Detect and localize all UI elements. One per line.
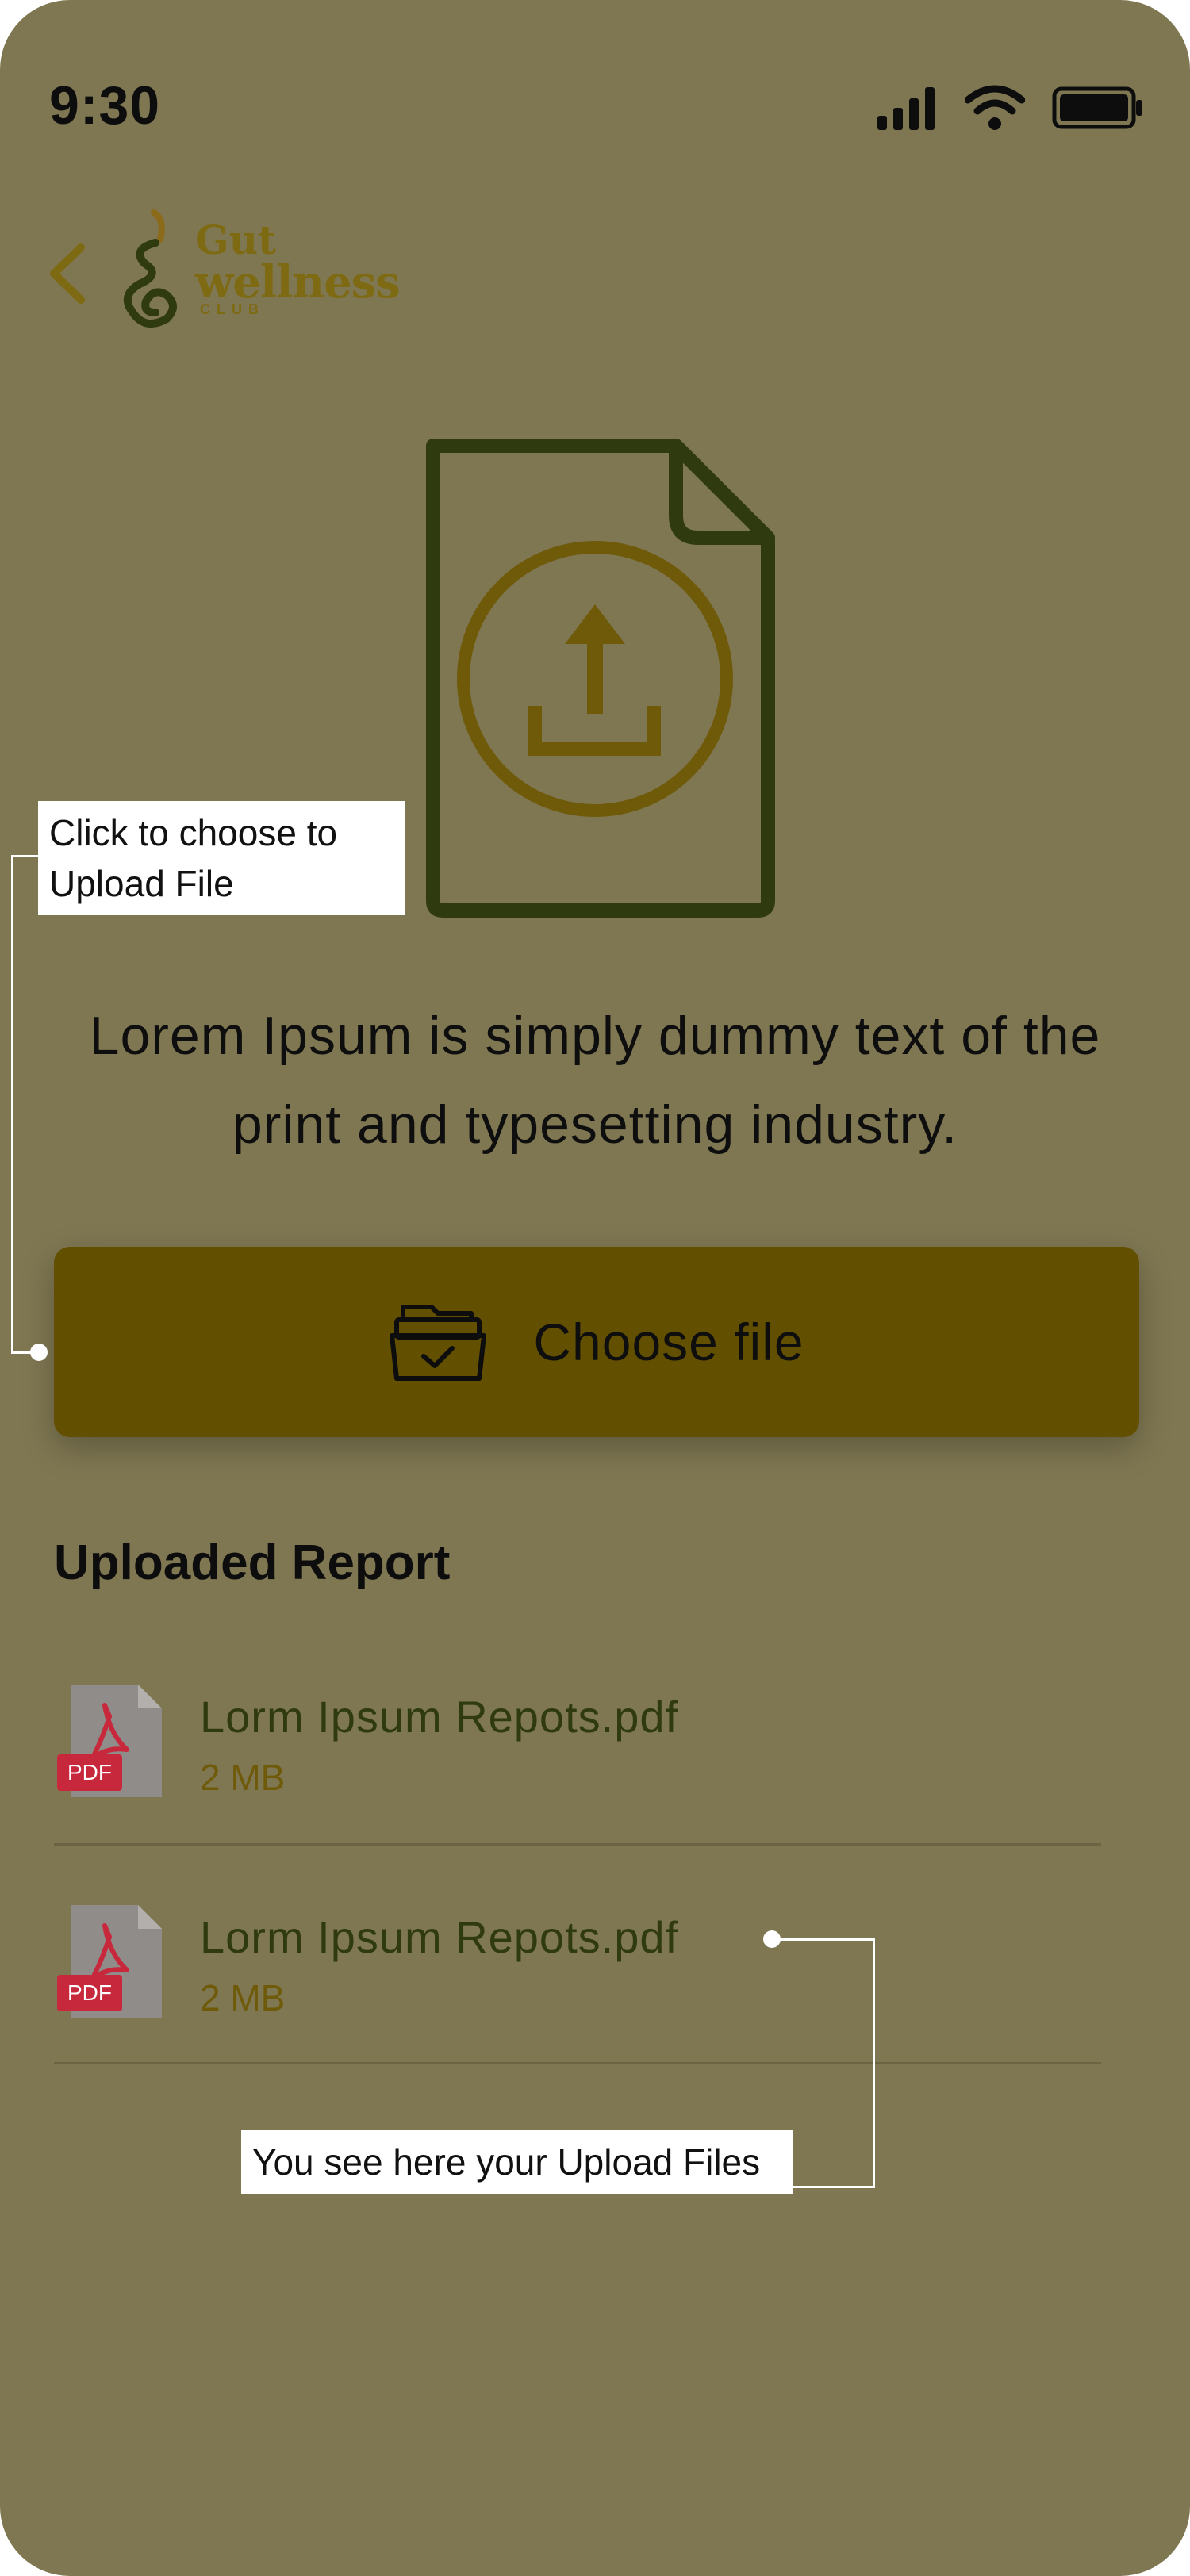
status-time: 9:30 (49, 75, 161, 136)
uploaded-file-row[interactable]: PDF Lorm Ipsum Repots.pdf 2 MB (54, 1673, 1101, 1856)
upload-hint-callout: Click to choose to Upload File (38, 801, 405, 915)
status-icons (876, 84, 1144, 132)
battery-icon (1052, 86, 1142, 129)
upload-description: Lorem Ipsum is simply dummy text of the … (89, 1006, 1101, 1155)
upload-file-icon[interactable] (414, 436, 779, 920)
logo-wordmark: Gut wellness CLUB (195, 217, 401, 318)
pdf-badge-text: PDF (67, 1980, 112, 2005)
pdf-badge-text: PDF (67, 1760, 112, 1784)
file-name: Lorm Ipsum Repots.pdf (200, 1912, 679, 1962)
callout-connector (771, 1938, 874, 1941)
file-name: Lorm Ipsum Repots.pdf (200, 1692, 679, 1742)
files-hint-callout: You see here your Upload Files (241, 2130, 793, 2194)
callout-connector (873, 1938, 875, 2187)
file-size: 2 MB (200, 1977, 286, 2018)
logo-mark-icon (123, 209, 177, 328)
back-chevron-icon[interactable] (40, 238, 103, 309)
uploaded-report-title: Uploaded Report (54, 1535, 451, 1590)
gut-wellness-logo: Gut wellness CLUB (116, 208, 449, 343)
file-divider (54, 2062, 1101, 2064)
choose-file-button[interactable]: Choose file (54, 1247, 1139, 1437)
file-size: 2 MB (200, 1757, 286, 1798)
uploaded-file-row[interactable]: PDF Lorm Ipsum Repots.pdf 2 MB (54, 1894, 1101, 2076)
cellular-signal-icon (877, 87, 935, 130)
wifi-icon (965, 85, 1025, 130)
phone-screen: 9:30 Gut wellness CLUB Lorem Ipsum is si… (0, 0, 1190, 2576)
logo-line-gut: Gut (195, 217, 277, 263)
choose-file-label: Choose file (533, 1313, 804, 1371)
callout-dot (30, 1344, 48, 1361)
file-divider (54, 1843, 1101, 1846)
callout-connector (11, 855, 38, 857)
pdf-file-icon: PDF (57, 1905, 162, 2018)
callout-connector (11, 855, 13, 1353)
logo-line-wellness: wellness (195, 256, 401, 309)
folder-check-icon (390, 1305, 487, 1381)
callout-connector (789, 2186, 875, 2188)
pdf-file-icon: PDF (57, 1685, 162, 1797)
